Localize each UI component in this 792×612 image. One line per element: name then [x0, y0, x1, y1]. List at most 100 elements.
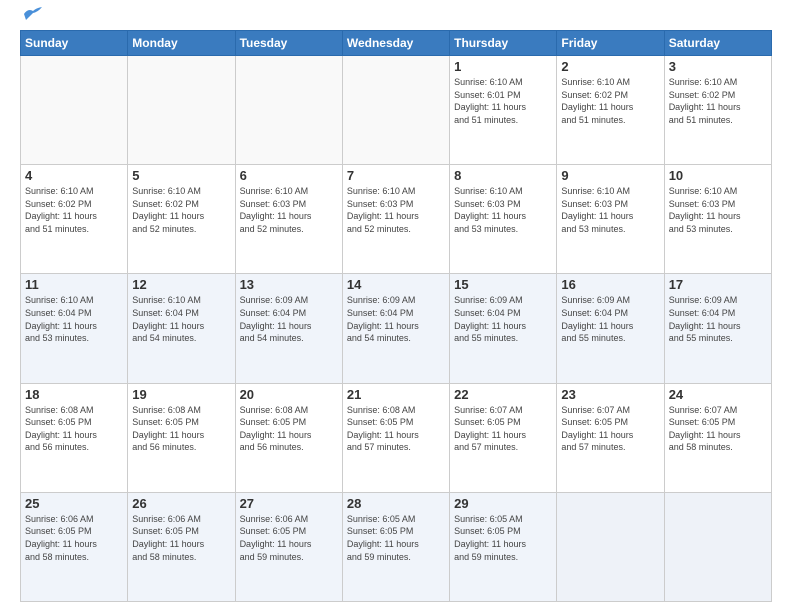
- calendar-cell: 28 Sunrise: 6:05 AM Sunset: 6:05 PM Dayli…: [342, 492, 449, 601]
- day-info: Sunrise: 6:07 AM Sunset: 6:05 PM Dayligh…: [454, 404, 552, 454]
- calendar: SundayMondayTuesdayWednesdayThursdayFrid…: [20, 30, 772, 602]
- calendar-cell: [235, 56, 342, 165]
- day-info: Sunrise: 6:10 AM Sunset: 6:04 PM Dayligh…: [25, 294, 123, 344]
- day-number: 19: [132, 387, 230, 402]
- day-number: 18: [25, 387, 123, 402]
- day-info: Sunrise: 6:08 AM Sunset: 6:05 PM Dayligh…: [132, 404, 230, 454]
- calendar-cell: 7 Sunrise: 6:10 AM Sunset: 6:03 PM Daylig…: [342, 165, 449, 274]
- day-info: Sunrise: 6:09 AM Sunset: 6:04 PM Dayligh…: [240, 294, 338, 344]
- day-info: Sunrise: 6:05 AM Sunset: 6:05 PM Dayligh…: [454, 513, 552, 563]
- day-info: Sunrise: 6:10 AM Sunset: 6:02 PM Dayligh…: [561, 76, 659, 126]
- calendar-week-5: 25 Sunrise: 6:06 AM Sunset: 6:05 PM Dayli…: [21, 492, 772, 601]
- day-number: 5: [132, 168, 230, 183]
- day-number: 2: [561, 59, 659, 74]
- calendar-cell: 12 Sunrise: 6:10 AM Sunset: 6:04 PM Dayli…: [128, 274, 235, 383]
- calendar-cell: 23 Sunrise: 6:07 AM Sunset: 6:05 PM Dayli…: [557, 383, 664, 492]
- day-info: Sunrise: 6:09 AM Sunset: 6:04 PM Dayligh…: [347, 294, 445, 344]
- day-info: Sunrise: 6:07 AM Sunset: 6:05 PM Dayligh…: [561, 404, 659, 454]
- day-number: 9: [561, 168, 659, 183]
- calendar-cell: [664, 492, 771, 601]
- day-number: 29: [454, 496, 552, 511]
- day-info: Sunrise: 6:06 AM Sunset: 6:05 PM Dayligh…: [240, 513, 338, 563]
- calendar-cell: [128, 56, 235, 165]
- day-info: Sunrise: 6:10 AM Sunset: 6:04 PM Dayligh…: [132, 294, 230, 344]
- day-info: Sunrise: 6:06 AM Sunset: 6:05 PM Dayligh…: [132, 513, 230, 563]
- day-number: 7: [347, 168, 445, 183]
- calendar-cell: 6 Sunrise: 6:10 AM Sunset: 6:03 PM Daylig…: [235, 165, 342, 274]
- col-header-friday: Friday: [557, 31, 664, 56]
- day-number: 10: [669, 168, 767, 183]
- col-header-monday: Monday: [128, 31, 235, 56]
- col-header-tuesday: Tuesday: [235, 31, 342, 56]
- calendar-week-1: 1 Sunrise: 6:10 AM Sunset: 6:01 PM Daylig…: [21, 56, 772, 165]
- day-info: Sunrise: 6:10 AM Sunset: 6:03 PM Dayligh…: [347, 185, 445, 235]
- day-number: 11: [25, 277, 123, 292]
- day-info: Sunrise: 6:05 AM Sunset: 6:05 PM Dayligh…: [347, 513, 445, 563]
- calendar-cell: 27 Sunrise: 6:06 AM Sunset: 6:05 PM Dayli…: [235, 492, 342, 601]
- calendar-cell: 1 Sunrise: 6:10 AM Sunset: 6:01 PM Daylig…: [450, 56, 557, 165]
- calendar-cell: 8 Sunrise: 6:10 AM Sunset: 6:03 PM Daylig…: [450, 165, 557, 274]
- day-number: 3: [669, 59, 767, 74]
- calendar-cell: 24 Sunrise: 6:07 AM Sunset: 6:05 PM Dayli…: [664, 383, 771, 492]
- day-number: 16: [561, 277, 659, 292]
- day-number: 8: [454, 168, 552, 183]
- col-header-thursday: Thursday: [450, 31, 557, 56]
- calendar-week-3: 11 Sunrise: 6:10 AM Sunset: 6:04 PM Dayli…: [21, 274, 772, 383]
- day-info: Sunrise: 6:09 AM Sunset: 6:04 PM Dayligh…: [454, 294, 552, 344]
- day-number: 13: [240, 277, 338, 292]
- day-number: 15: [454, 277, 552, 292]
- day-info: Sunrise: 6:09 AM Sunset: 6:04 PM Dayligh…: [561, 294, 659, 344]
- calendar-cell: 25 Sunrise: 6:06 AM Sunset: 6:05 PM Dayli…: [21, 492, 128, 601]
- calendar-cell: [557, 492, 664, 601]
- day-number: 23: [561, 387, 659, 402]
- day-info: Sunrise: 6:06 AM Sunset: 6:05 PM Dayligh…: [25, 513, 123, 563]
- calendar-cell: 4 Sunrise: 6:10 AM Sunset: 6:02 PM Daylig…: [21, 165, 128, 274]
- day-number: 26: [132, 496, 230, 511]
- col-header-wednesday: Wednesday: [342, 31, 449, 56]
- day-info: Sunrise: 6:10 AM Sunset: 6:02 PM Dayligh…: [669, 76, 767, 126]
- calendar-cell: 3 Sunrise: 6:10 AM Sunset: 6:02 PM Daylig…: [664, 56, 771, 165]
- calendar-cell: 18Sunrise: 6:08 AM Sunset: 6:05 PM Dayli…: [21, 383, 128, 492]
- calendar-cell: 22 Sunrise: 6:07 AM Sunset: 6:05 PM Dayli…: [450, 383, 557, 492]
- calendar-week-2: 4 Sunrise: 6:10 AM Sunset: 6:02 PM Daylig…: [21, 165, 772, 274]
- calendar-cell: 10 Sunrise: 6:10 AM Sunset: 6:03 PM Dayli…: [664, 165, 771, 274]
- calendar-cell: 2 Sunrise: 6:10 AM Sunset: 6:02 PM Daylig…: [557, 56, 664, 165]
- day-number: 22: [454, 387, 552, 402]
- day-number: 25: [25, 496, 123, 511]
- day-number: 12: [132, 277, 230, 292]
- day-info: Sunrise: 6:10 AM Sunset: 6:02 PM Dayligh…: [132, 185, 230, 235]
- day-info: Sunrise: 6:10 AM Sunset: 6:03 PM Dayligh…: [454, 185, 552, 235]
- day-number: 21: [347, 387, 445, 402]
- calendar-cell: 5 Sunrise: 6:10 AM Sunset: 6:02 PM Daylig…: [128, 165, 235, 274]
- day-info: Sunrise: 6:10 AM Sunset: 6:02 PM Dayligh…: [25, 185, 123, 235]
- calendar-header-row: SundayMondayTuesdayWednesdayThursdayFrid…: [21, 31, 772, 56]
- day-number: 20: [240, 387, 338, 402]
- day-number: 28: [347, 496, 445, 511]
- calendar-cell: 11 Sunrise: 6:10 AM Sunset: 6:04 PM Dayli…: [21, 274, 128, 383]
- day-number: 24: [669, 387, 767, 402]
- calendar-cell: 13 Sunrise: 6:09 AM Sunset: 6:04 PM Dayli…: [235, 274, 342, 383]
- calendar-week-4: 18 Sunrise: 6:08 AM Sunset: 6:05 PM Dayli…: [21, 383, 772, 492]
- page: SundayMondayTuesdayWednesdayThursdayFrid…: [0, 0, 792, 612]
- day-number: 1: [454, 59, 552, 74]
- col-header-saturday: Saturday: [664, 31, 771, 56]
- calendar-cell: 9Sunrise: 6:10 AM Sunset: 6:03 PM Daylig…: [557, 165, 664, 274]
- calendar-cell: 29 Sunrise: 6:05 AM Sunset: 6:05 PM Dayli…: [450, 492, 557, 601]
- logo: [20, 16, 44, 22]
- day-info: Sunrise: 6:10 AM Sunset: 6:03 PM Dayligh…: [669, 185, 767, 235]
- calendar-cell: 14Sunrise: 6:09 AM Sunset: 6:04 PM Dayli…: [342, 274, 449, 383]
- day-number: 4: [25, 168, 123, 183]
- calendar-cell: 17Sunrise: 6:09 AM Sunset: 6:04 PM Dayli…: [664, 274, 771, 383]
- day-info: Sunrise: 6:08 AM Sunset: 6:05 PM Dayligh…: [347, 404, 445, 454]
- day-info: Sunrise: 6:07 AM Sunset: 6:05 PM Dayligh…: [669, 404, 767, 454]
- day-info: Sunrise: 6:10 AM Sunset: 6:03 PM Dayligh…: [240, 185, 338, 235]
- calendar-cell: [342, 56, 449, 165]
- calendar-cell: 16 Sunrise: 6:09 AM Sunset: 6:04 PM Dayli…: [557, 274, 664, 383]
- day-number: 6: [240, 168, 338, 183]
- day-number: 27: [240, 496, 338, 511]
- calendar-cell: 21 Sunrise: 6:08 AM Sunset: 6:05 PM Dayli…: [342, 383, 449, 492]
- calendar-cell: 19 Sunrise: 6:08 AM Sunset: 6:05 PM Dayli…: [128, 383, 235, 492]
- day-info: Sunrise: 6:10 AM Sunset: 6:01 PM Dayligh…: [454, 76, 552, 126]
- day-info: Sunrise: 6:08 AM Sunset: 6:05 PM Dayligh…: [240, 404, 338, 454]
- calendar-cell: 15 Sunrise: 6:09 AM Sunset: 6:04 PM Dayli…: [450, 274, 557, 383]
